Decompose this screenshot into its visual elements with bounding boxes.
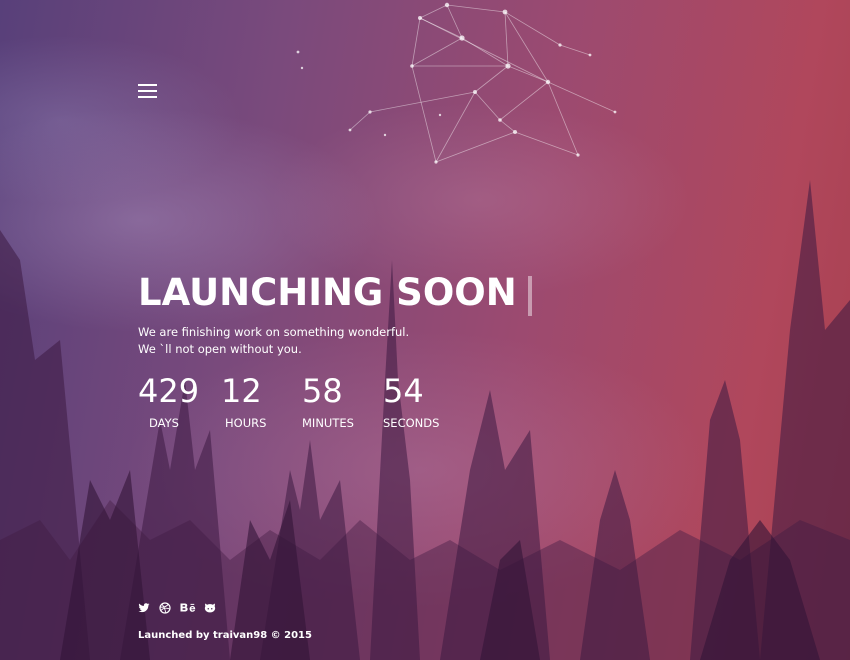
typing-cursor — [528, 276, 532, 316]
seconds-label: SECONDS — [383, 416, 440, 430]
dribbble-icon[interactable] — [159, 602, 173, 616]
countdown-days: 429 DAYS — [138, 372, 218, 431]
hours-value: 12 — [221, 372, 262, 410]
hamburger-line — [138, 96, 157, 98]
minutes-value: 58 — [302, 372, 343, 410]
hamburger-line — [138, 84, 157, 86]
footer-credit: Launched by traivan98 © 2015 — [138, 630, 312, 641]
countdown-seconds: 54 SECONDS — [383, 372, 463, 431]
hero-subtitle: We are finishing work on something wonde… — [138, 324, 409, 358]
seconds-value: 54 — [383, 372, 424, 410]
hours-label: HOURS — [225, 416, 267, 430]
days-label: DAYS — [149, 416, 179, 430]
subtitle-line-1: We are finishing work on something wonde… — [138, 325, 410, 339]
constellation-graphic — [296, 2, 617, 164]
github-icon[interactable] — [204, 602, 218, 616]
countdown-hours: 12 HOURS — [221, 372, 301, 431]
subtitle-line-2: We `ll not open without you. — [138, 342, 302, 356]
hamburger-line — [138, 90, 157, 92]
twitter-icon[interactable] — [138, 602, 152, 616]
hamburger-menu-icon[interactable] — [138, 83, 158, 99]
behance-icon[interactable] — [180, 602, 198, 616]
minutes-label: MINUTES — [302, 416, 354, 430]
countdown-minutes: 58 MINUTES — [302, 372, 382, 431]
days-value: 429 — [138, 372, 200, 410]
page-title: LAUNCHING SOON — [138, 271, 517, 314]
